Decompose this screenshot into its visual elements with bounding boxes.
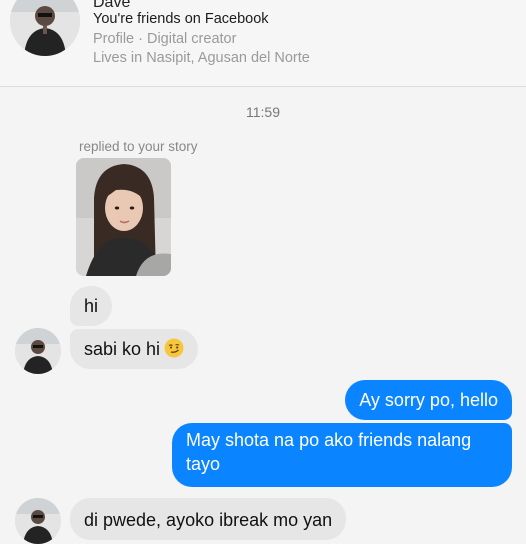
friends-status: You're friends on Facebook (93, 11, 269, 27)
contact-avatar[interactable] (10, 0, 80, 56)
message-bubble-outgoing[interactable]: May shota na po ako friends nalang tayo (172, 423, 512, 487)
message-bubble-incoming[interactable]: sabi ko hi (70, 329, 199, 369)
story-reply-label: replied to your story (79, 139, 198, 154)
sender-avatar[interactable] (15, 498, 61, 544)
sender-avatar[interactable] (15, 328, 61, 374)
profile-info: Profile · Digital creator (93, 31, 237, 47)
person-photo-icon (10, 0, 80, 56)
message-text: sabi ko hi (84, 339, 161, 359)
message-timestamp: 11:59 (246, 104, 280, 120)
smirking-face-icon (164, 338, 184, 358)
person-photo-icon (15, 498, 61, 544)
person-photo-icon (15, 328, 61, 374)
profile-header: Dave You're friends on Facebook Profile … (0, 0, 526, 87)
story-thumbnail[interactable] (76, 158, 171, 276)
message-bubble-outgoing[interactable]: Ay sorry po, hello (345, 380, 512, 420)
message-bubble-incoming[interactable]: di pwede, ayoko ibreak mo yan (70, 498, 347, 540)
message-bubble-incoming[interactable]: hi (70, 286, 113, 326)
story-photo-icon (76, 158, 171, 276)
location-info: Lives in Nasipit, Agusan del Norte (93, 50, 310, 66)
